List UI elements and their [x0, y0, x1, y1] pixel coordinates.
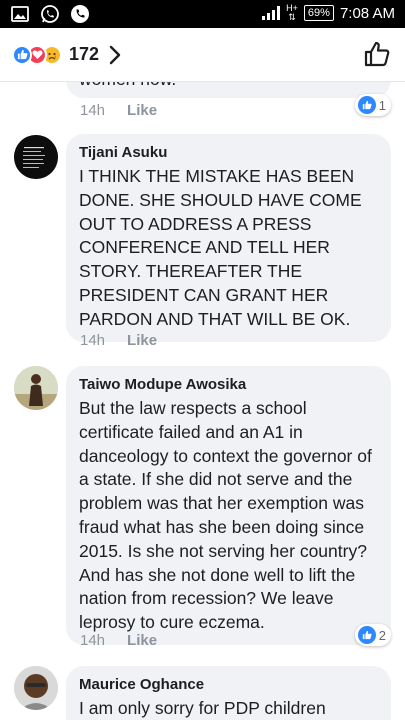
comment-meta: 14h Like — [80, 332, 157, 349]
comment-bubble: Taiwo Modupe Awosika But the law respect… — [66, 366, 391, 645]
reaction-count: 2 — [378, 627, 386, 643]
comment-item: Taiwo Modupe Awosika But the law respect… — [0, 366, 405, 656]
comment-reactions[interactable]: 1 — [354, 94, 391, 116]
comment-bubble: Maurice Oghance I am only sorry for PDP … — [66, 666, 391, 720]
network-type: H+ ⇅ — [286, 3, 298, 22]
like-button-icon[interactable] — [363, 40, 391, 68]
comment-text: I THINK THE MISTAKE HAS BEEN DONE. SHE S… — [79, 166, 362, 329]
comment-time: 14h — [80, 632, 106, 649]
phone-icon — [71, 5, 89, 23]
like-icon — [357, 626, 376, 644]
signal-icon — [262, 6, 281, 20]
comment-text: women now. — [79, 82, 379, 92]
comment-reactions[interactable]: 2 — [354, 624, 391, 646]
comment-meta: 14h Like — [80, 632, 157, 649]
comments-list: women now. 14h Like 1 Tija — [0, 82, 405, 720]
like-icon — [12, 44, 32, 65]
reactions-summary[interactable]: 172 — [12, 44, 121, 65]
reactions-header: 172 — [0, 28, 405, 82]
comment-author[interactable]: Taiwo Modupe Awosika — [79, 375, 379, 395]
comment-text: But the law respects a school certificat… — [79, 398, 372, 633]
comment-item: Maurice Oghance I am only sorry for PDP … — [0, 666, 405, 720]
comment-bubble: women now. — [66, 82, 391, 98]
clock: 7:08 AM — [339, 4, 395, 22]
status-bar: H+ ⇅ 69% 7:08 AM — [0, 0, 405, 28]
comment-meta: 14h Like — [80, 102, 157, 119]
comment-item: Tijani Asuku I THINK THE MISTAKE HAS BEE… — [0, 134, 405, 354]
comment-author[interactable]: Tijani Asuku — [79, 143, 379, 163]
comment-text: I am only sorry for PDP children — [79, 698, 326, 718]
gallery-icon — [11, 6, 29, 22]
like-link[interactable]: Like — [127, 332, 157, 349]
avatar[interactable] — [14, 666, 58, 710]
reaction-count: 1 — [378, 97, 386, 113]
avatar[interactable] — [14, 135, 58, 179]
comment-time: 14h — [80, 102, 106, 119]
like-icon — [357, 96, 376, 114]
like-link[interactable]: Like — [127, 102, 157, 119]
comment-item: women now. 14h Like 1 — [0, 82, 405, 142]
reaction-count: 172 — [69, 44, 100, 64]
comment-author[interactable]: Maurice Oghance — [79, 675, 379, 695]
whatsapp-icon — [41, 5, 59, 23]
battery-indicator: 69% — [303, 5, 334, 21]
chevron-right-icon — [109, 45, 121, 64]
comment-time: 14h — [80, 332, 106, 349]
like-link[interactable]: Like — [127, 632, 157, 649]
comment-bubble: Tijani Asuku I THINK THE MISTAKE HAS BEE… — [66, 134, 391, 342]
avatar[interactable] — [14, 366, 58, 410]
